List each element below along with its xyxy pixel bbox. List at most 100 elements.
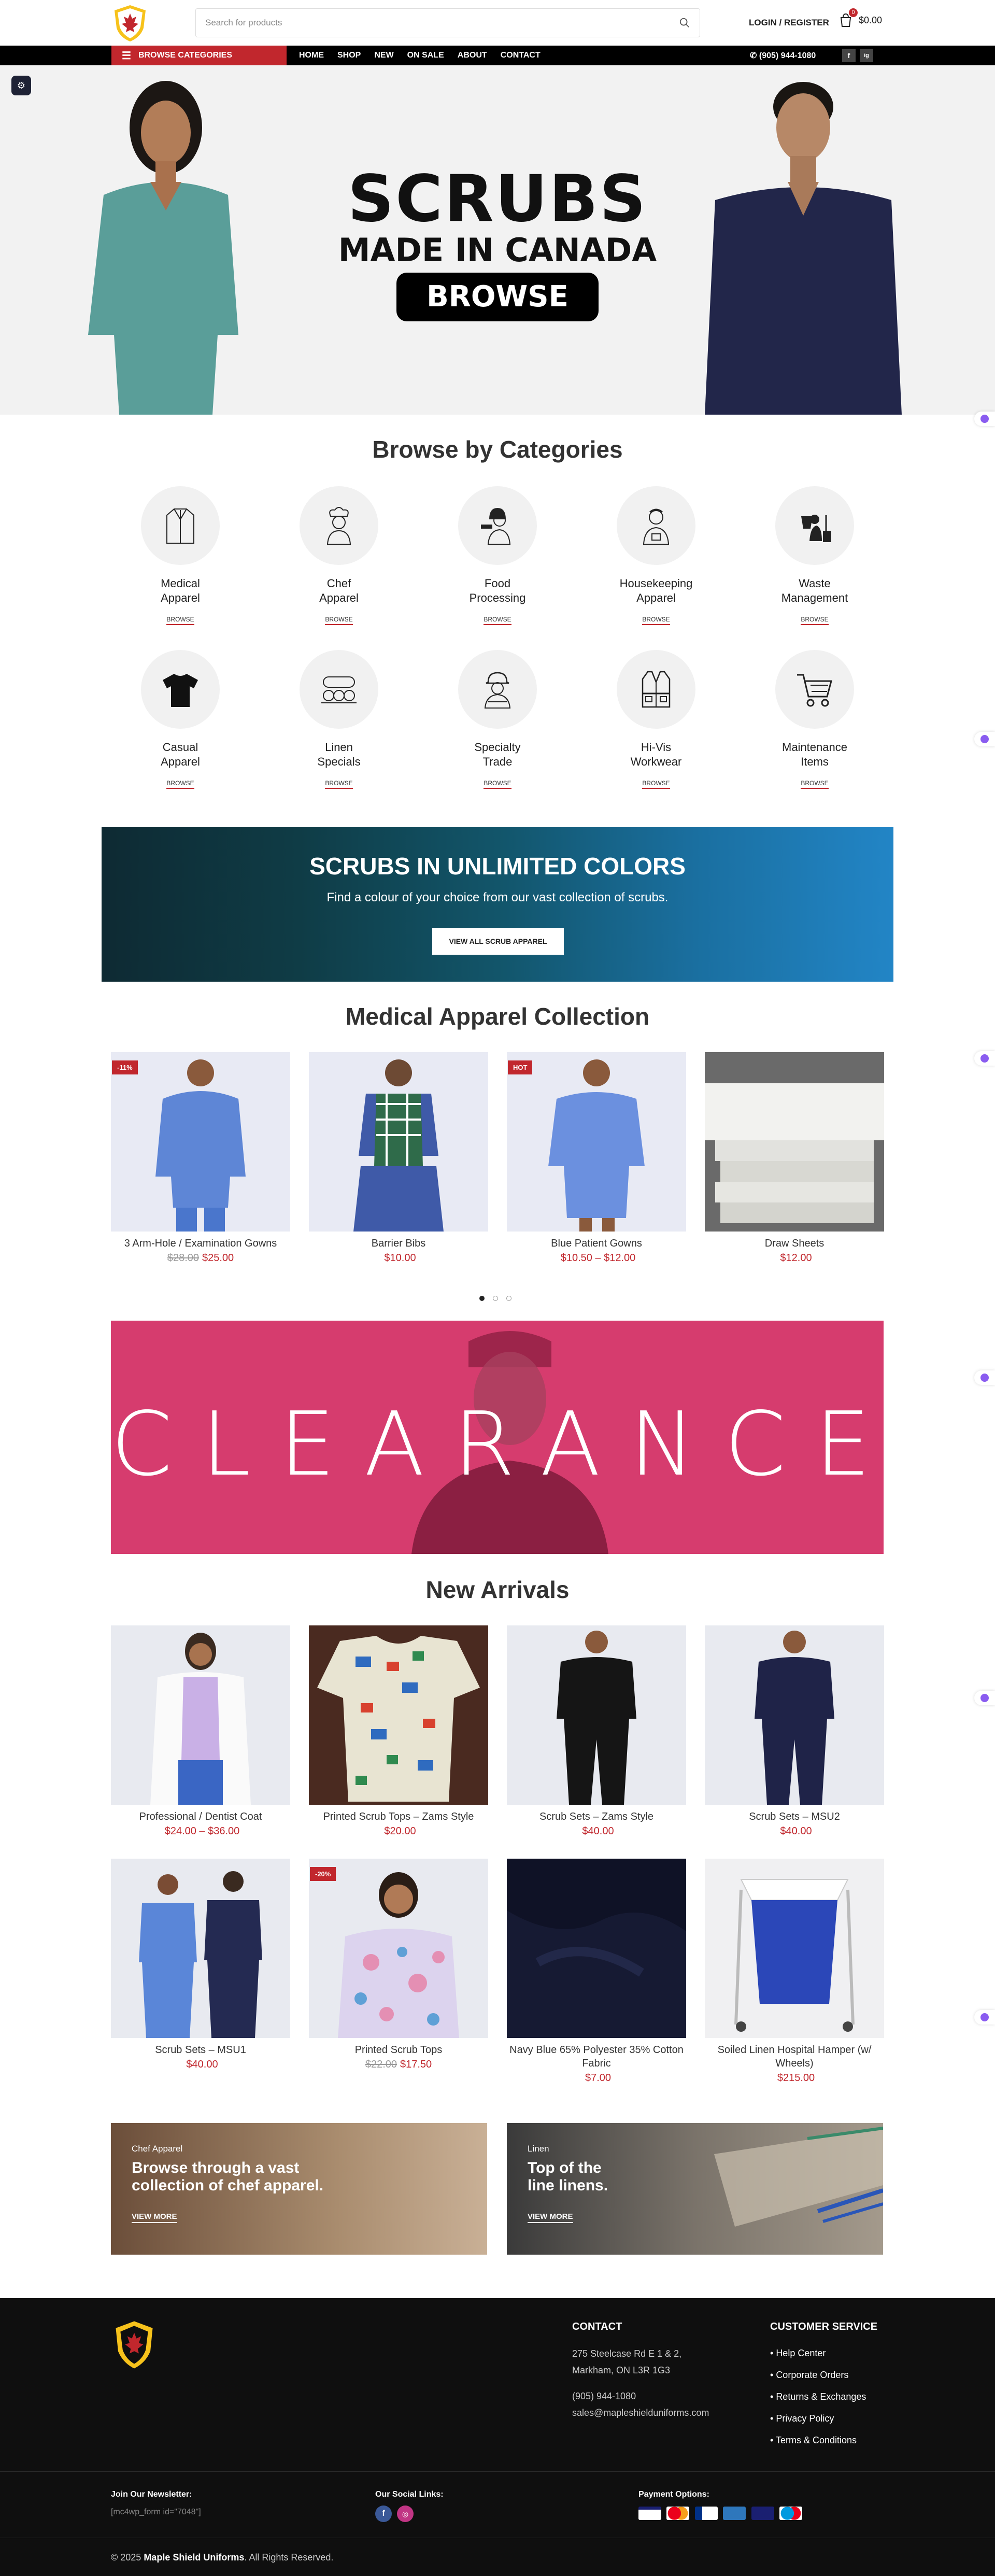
product-name[interactable]: Navy Blue 65% Polyester 35% Cotton Fabri… [507,2043,686,2070]
menu-on-sale[interactable]: ON SALE [407,51,444,60]
facebook-icon[interactable]: f [842,49,856,62]
footer-link-corporate-orders[interactable]: Corporate Orders [770,2364,877,2386]
footer-link-terms[interactable]: Terms & Conditions [770,2429,877,2451]
floating-helper-tab[interactable] [974,1691,995,1705]
category-browse-link[interactable]: BROWSE [801,780,829,789]
product-card[interactable]: HOT Blue Patient Gowns $10.50 – $12.00 [507,1052,686,1264]
product-name[interactable]: 3 Arm-Hole / Examination Gowns [111,1237,290,1250]
product-name[interactable]: Printed Scrub Tops – Zams Style [309,1810,488,1823]
view-more-button[interactable]: VIEW MORE [528,2212,573,2223]
product-name[interactable]: Professional / Dentist Coat [111,1810,290,1823]
category-linen-specials[interactable]: Linen Specials BROWSE [277,650,401,789]
chef-apparel-promo[interactable]: Chef Apparel Browse through a vast colle… [111,2123,487,2255]
footer-maple-shield-logo[interactable] [111,2319,158,2371]
footer-link-returns[interactable]: Returns & Exchanges [770,2386,877,2408]
product-image[interactable] [507,1625,686,1805]
product-name[interactable]: Draw Sheets [705,1237,884,1250]
product-name[interactable]: Blue Patient Gowns [507,1237,686,1250]
instagram-icon[interactable]: ig [860,49,873,62]
menu-shop[interactable]: SHOP [337,51,361,60]
product-card[interactable]: Draw Sheets $12.00 [705,1052,884,1264]
footer-email[interactable]: sales@mapleshielduniforms.com [572,2404,709,2421]
product-card[interactable]: Scrub Sets – MSU1 $40.00 [111,1859,290,2071]
category-specialty-trade[interactable]: Specialty Trade BROWSE [435,650,560,789]
cart-button[interactable]: 0 $0.00 [838,8,882,28]
category-browse-link[interactable]: BROWSE [484,616,511,625]
category-browse-link[interactable]: BROWSE [166,780,194,789]
menu-home[interactable]: HOME [299,51,324,60]
product-image[interactable] [705,1052,884,1232]
login-register-link[interactable]: LOGIN / REGISTER [749,18,829,28]
category-waste-management[interactable]: Waste Management BROWSE [752,486,877,625]
instagram-icon[interactable]: ◎ [397,2506,414,2522]
menu-about[interactable]: ABOUT [458,51,487,60]
linen-promo[interactable]: Linen Top of the line linens. VIEW MORE [507,2123,883,2255]
category-browse-link[interactable]: BROWSE [325,616,353,625]
floating-helper-tab[interactable] [974,732,995,746]
carousel-dot[interactable] [479,1296,485,1301]
menu-contact[interactable]: CONTACT [501,51,541,60]
product-name[interactable]: Barrier Bibs [309,1237,488,1250]
maple-shield-logo[interactable] [109,2,151,44]
category-maintenance-items[interactable]: Maintenance Items BROWSE [752,650,877,789]
header-phone[interactable]: ✆ (905) 944-1080 [750,50,816,61]
product-name[interactable]: Printed Scrub Tops [309,2043,488,2057]
product-image[interactable] [507,1859,686,2038]
category-browse-link[interactable]: BROWSE [801,616,829,625]
product-image[interactable] [705,1625,884,1805]
footer-phone[interactable]: (905) 944-1080 [572,2388,709,2404]
product-card[interactable]: Professional / Dentist Coat $24.00 – $36… [111,1625,290,1837]
clearance-banner[interactable]: CLEARANCE [111,1321,884,1554]
product-image[interactable] [705,1859,884,2038]
product-image[interactable] [309,1052,488,1232]
search-icon[interactable] [679,17,690,29]
footer-link-help-center[interactable]: Help Center [770,2342,877,2364]
category-food-processing[interactable]: Food Processing BROWSE [435,486,560,625]
product-name[interactable]: Scrub Sets – MSU2 [705,1810,884,1823]
product-image[interactable] [111,1859,290,2038]
category-hi-vis-workwear[interactable]: Hi-Vis Workwear BROWSE [594,650,718,789]
product-image[interactable]: HOT [507,1052,686,1232]
product-name[interactable]: Scrub Sets – Zams Style [507,1810,686,1823]
product-name[interactable]: Scrub Sets – MSU1 [111,2043,290,2057]
facebook-icon[interactable]: f [375,2506,392,2522]
category-casual-apparel[interactable]: Casual Apparel BROWSE [118,650,243,789]
footer-link-privacy[interactable]: Privacy Policy [770,2408,877,2429]
floating-helper-tab[interactable] [974,2010,995,2025]
product-image[interactable]: -20% [309,1859,488,2038]
accessibility-toggle-icon[interactable]: ⚙ [11,76,31,95]
category-browse-link[interactable]: BROWSE [642,616,670,625]
view-more-button[interactable]: VIEW MORE [132,2212,177,2223]
product-name[interactable]: Soiled Linen Hospital Hamper (w/ Wheels) [705,2043,884,2070]
product-card[interactable]: Scrub Sets – MSU2 $40.00 [705,1625,884,1837]
category-chef-apparel[interactable]: Chef Apparel BROWSE [277,486,401,625]
product-card[interactable]: Scrub Sets – Zams Style $40.00 [507,1625,686,1837]
category-browse-link[interactable]: BROWSE [484,780,511,789]
hero-browse-button[interactable]: BROWSE [396,273,599,321]
category-housekeeping-apparel[interactable]: Housekeeping Apparel BROWSE [594,486,718,625]
floating-helper-tab[interactable] [974,1051,995,1066]
product-image[interactable]: -11% [111,1052,290,1232]
product-image[interactable] [309,1625,488,1805]
category-browse-link[interactable]: BROWSE [166,616,194,625]
category-browse-link[interactable]: BROWSE [325,780,353,789]
product-card[interactable]: Barrier Bibs $10.00 [309,1052,488,1264]
view-all-scrub-apparel-button[interactable]: VIEW ALL SCRUB APPAREL [432,928,564,955]
carousel-dot[interactable] [493,1296,498,1301]
browse-categories-button[interactable]: ☰ BROWSE CATEGORIES [111,46,287,65]
category-browse-link[interactable]: BROWSE [642,780,670,789]
scrub-colors-banner[interactable]: SCRUBS IN UNLIMITED COLORS Find a colour… [102,827,893,982]
hero-banner[interactable]: ⚙ SCRUBS MADE IN CANADA BROWSE [0,65,995,415]
product-card[interactable]: Navy Blue 65% Polyester 35% Cotton Fabri… [507,1859,686,2084]
floating-helper-tab[interactable] [974,412,995,426]
carousel-dot[interactable] [506,1296,511,1301]
product-card[interactable]: -20% Printed Scrub Tops $22.00 $17.50 [309,1859,488,2071]
search-input[interactable]: Search for products [195,8,700,37]
menu-new[interactable]: NEW [374,51,393,60]
floating-helper-tab[interactable] [974,1370,995,1385]
category-medical-apparel[interactable]: Medical Apparel BROWSE [118,486,243,625]
product-card[interactable]: -11% 3 Arm-Hole / Examination Gowns $28.… [111,1052,290,1264]
product-card[interactable]: Soiled Linen Hospital Hamper (w/ Wheels)… [705,1859,884,2084]
product-image[interactable] [111,1625,290,1805]
product-card[interactable]: Printed Scrub Tops – Zams Style $20.00 [309,1625,488,1837]
